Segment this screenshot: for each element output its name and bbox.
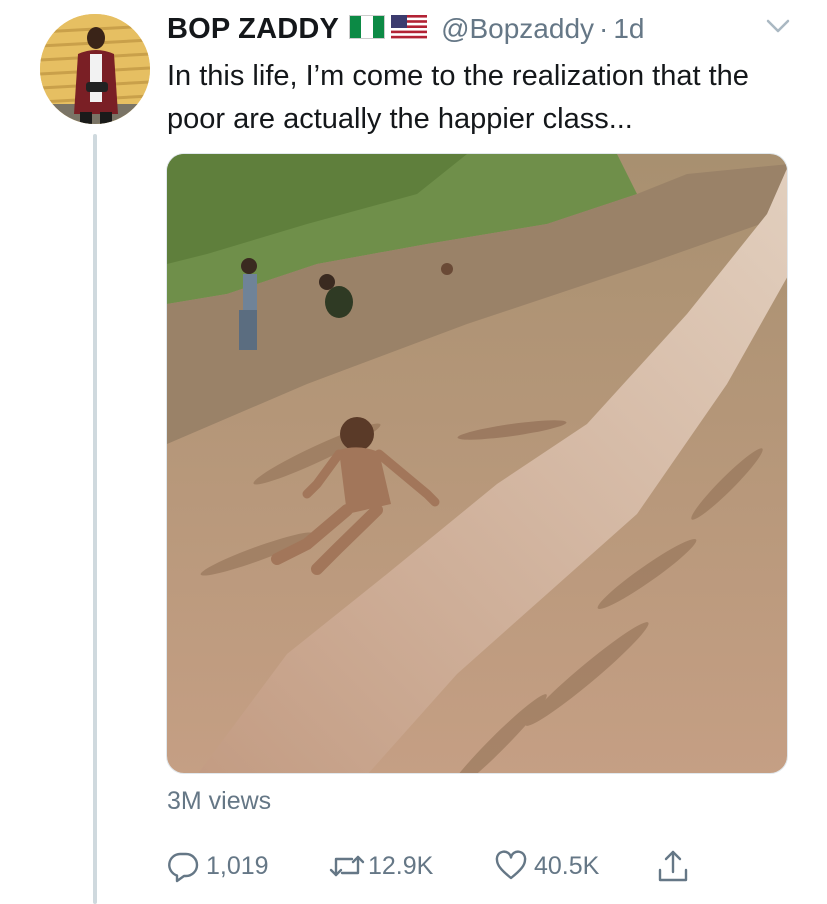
avatar-photo (40, 14, 150, 124)
reply-icon (166, 849, 200, 883)
like-count: 40.5K (534, 851, 600, 880)
tweet-timestamp[interactable]: 1d (613, 13, 644, 45)
reply-button[interactable]: 1,019 (166, 846, 269, 886)
author-avatar[interactable] (40, 14, 150, 124)
tweet-header: BOP ZADDY @Bopzaddy · 1d (167, 10, 645, 48)
thread-line (93, 134, 97, 904)
usa-flag-icon (391, 14, 428, 44)
nigeria-flag-icon (349, 14, 386, 44)
more-options-chevron-icon[interactable] (765, 16, 791, 36)
like-button[interactable]: 40.5K (494, 846, 599, 886)
view-count: 3M views (167, 787, 272, 815)
heart-icon (494, 849, 528, 883)
retweet-icon (328, 849, 366, 883)
share-icon (656, 848, 690, 884)
tweet-video[interactable] (166, 153, 788, 774)
author-handle[interactable]: @Bopzaddy (441, 13, 594, 45)
retweet-count: 12.9K (368, 851, 434, 880)
author-name[interactable]: BOP ZADDY (167, 13, 339, 46)
reply-count: 1,019 (206, 851, 269, 880)
retweet-button[interactable]: 12.9K (328, 846, 433, 886)
tweet-text: In this life, I’m come to the realizatio… (167, 60, 749, 135)
video-thumbnail (167, 154, 787, 773)
tweet-action-bar: 1,019 12.9K 40.5K (166, 846, 706, 886)
separator-dot: · (599, 13, 609, 44)
share-button[interactable] (656, 846, 690, 886)
